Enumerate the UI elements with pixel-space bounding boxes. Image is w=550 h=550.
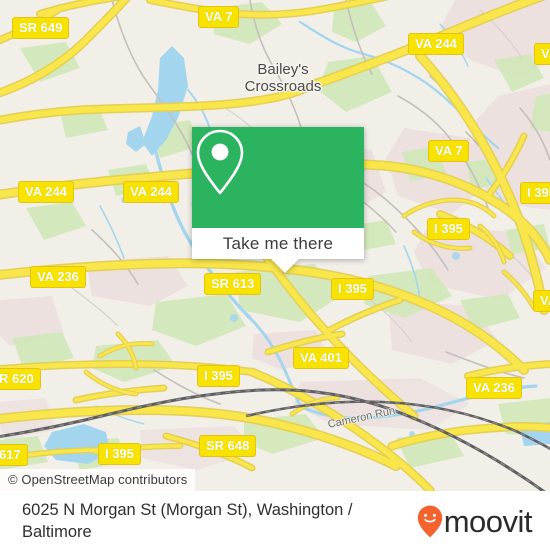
take-me-there-label: Take me there <box>222 233 334 253</box>
road-shield: I 395 <box>520 182 550 204</box>
place-label-baileys-crossroads: Bailey's Crossroads <box>228 61 338 96</box>
road-shield: VA 7 <box>198 6 240 28</box>
road-shield: VA <box>534 43 550 65</box>
road-shield: 617 <box>0 444 28 466</box>
callout-pin-area <box>192 127 364 228</box>
road-shield: SR 649 <box>12 17 70 39</box>
road-shield: VA 236 <box>466 377 522 399</box>
location-callout-card[interactable]: Take me there <box>192 127 364 273</box>
map-canvas[interactable]: SR 649 VA 7 VA 244 VA VA 7 I 395 VA 244 VA 244 I… <box>0 0 550 491</box>
map-attribution[interactable]: © OpenStreetMap contributors <box>0 469 196 491</box>
road-shield: R 620 <box>0 368 41 390</box>
road-shield: VA 401 <box>293 347 349 369</box>
road-shield: VA 244 <box>123 181 179 203</box>
road-shield: SR 613 <box>204 273 262 295</box>
location-pin-icon <box>196 129 244 195</box>
moovit-wordmark: moovit <box>443 504 533 539</box>
road-shield: I 395 <box>98 443 141 465</box>
road-shield: VA <box>533 290 550 312</box>
road-shield: I 395 <box>427 218 470 240</box>
take-me-there-button[interactable]: Take me there <box>192 228 364 259</box>
road-shield: VA 7 <box>428 140 470 162</box>
road-shield: I 395 <box>331 278 374 300</box>
footer-bar: 6025 N Morgan St (Morgan St), Washington… <box>0 491 550 550</box>
road-shield: VA 244 <box>18 181 74 203</box>
road-shield: SR 648 <box>199 435 257 457</box>
address-title: 6025 N Morgan St (Morgan St), Washington… <box>22 501 353 542</box>
moovit-pin-icon <box>417 505 442 538</box>
road-shield: VA 244 <box>408 33 464 55</box>
place-label-line1: Bailey's <box>257 61 309 78</box>
moovit-logo[interactable]: moovit <box>417 504 533 539</box>
callout-tail <box>270 258 300 273</box>
road-shield: I 395 <box>197 365 240 387</box>
road-shield: VA 236 <box>30 266 86 288</box>
map-screen: SR 649 VA 7 VA 244 VA VA 7 I 395 VA 244 VA 244 I… <box>0 0 550 550</box>
place-label-line2: Crossroads <box>244 77 322 95</box>
